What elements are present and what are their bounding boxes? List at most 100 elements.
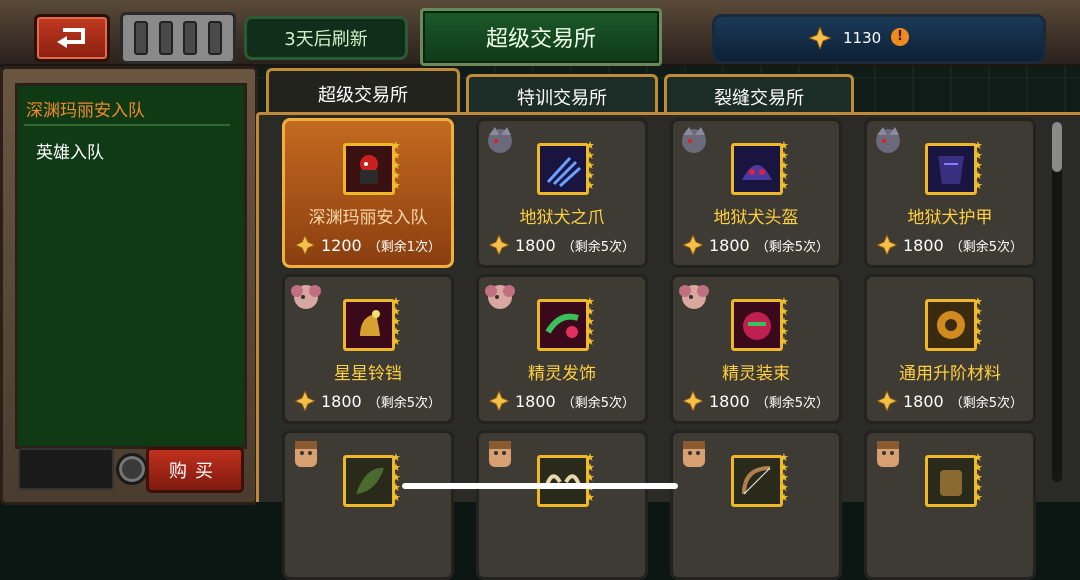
hair-ornament-icon [540, 302, 586, 348]
item-card[interactable]: ★ ★ ★ ★ ★ 地狱犬头盔 1800 （剩余5次） [670, 118, 842, 268]
tab-training-exchange[interactable]: 特训交易所 [466, 74, 658, 117]
item-icon-frame [343, 455, 395, 507]
divider [24, 124, 230, 126]
item-card[interactable]: ★ ★ ★ ★ ★ 星星铃铛 1800 （剩余5次） [282, 274, 454, 424]
star-rating: ★★★★★ [391, 296, 405, 348]
top-bar: 3天后刷新 超级交易所 1130 ! [0, 0, 1080, 67]
buy-button[interactable]: 购买 [146, 447, 244, 493]
item-icon-frame [537, 455, 589, 507]
claw-icon [540, 146, 586, 192]
helmet-icon [734, 146, 780, 192]
item-card[interactable]: ★ ★ ★ ★ ★ 精灵发饰 1800 （剩余5次） [476, 274, 648, 424]
price-value: 1800 [709, 391, 750, 411]
item-price: 1800 （剩余5次） [877, 235, 1023, 255]
tab-super-exchange[interactable]: 超级交易所 [266, 68, 460, 117]
info-icon[interactable]: ! [891, 28, 909, 46]
star-rating: ★★★★★ [391, 452, 405, 504]
item-icon-frame [537, 143, 589, 195]
star-rating: ★★★★★ [585, 140, 599, 191]
item-price: 1800 （剩余5次） [683, 391, 829, 411]
leaf-icon [346, 458, 392, 504]
glove-icon [928, 458, 974, 504]
detail-panel [0, 66, 258, 505]
scrollbar[interactable] [1052, 122, 1062, 482]
soldier-portrait-icon [295, 441, 317, 467]
star-rating: ★★★★★ [585, 452, 599, 504]
remaining-count: （剩余5次） [949, 239, 1023, 255]
item-card[interactable]: ★ ★ ★ ★ ★ 地狱犬之爪 1800 （剩余5次） [476, 118, 648, 268]
star-icon: ★ [585, 335, 595, 348]
star-icon: ★ [391, 335, 401, 348]
horns-icon [540, 458, 586, 504]
hellhound-portrait-icon [682, 127, 706, 153]
star-icon: ★ [973, 179, 983, 192]
back-button[interactable] [34, 14, 110, 62]
price-value: 1800 [515, 391, 556, 411]
item-price: 1800 （剩余5次） [295, 391, 441, 411]
gem-icon [295, 235, 315, 255]
soldier-portrait-icon [877, 441, 899, 467]
knob-decoration [116, 453, 148, 485]
price-value: 1800 [903, 235, 944, 255]
remaining-count: （剩余5次） [755, 395, 829, 411]
remaining-count: （剩余1次） [367, 239, 441, 255]
item-card[interactable]: ★★★★★ [476, 430, 648, 580]
price-value: 1800 [903, 391, 944, 411]
remaining-count: （剩余5次） [367, 395, 441, 411]
star-rating: ★★★★★ [391, 140, 405, 191]
item-name: 地狱犬护甲 [907, 208, 993, 228]
soldier-portrait-icon [683, 441, 705, 467]
bell-icon [346, 302, 392, 348]
star-icon: ★ [585, 491, 595, 504]
item-card[interactable]: ★★★★★ [670, 430, 842, 580]
item-card[interactable]: ★ ★ ★ ★ ★ 地狱犬护甲 1800 （剩余5次） [864, 118, 1036, 268]
item-card[interactable]: ★ ★ ★ ★ ★ 通用升阶材料 1800 （剩余5次） [864, 274, 1036, 424]
home-indicator [402, 483, 678, 489]
item-card[interactable]: ★ ★ ★ ★ ★ 精灵装束 1800 （剩余5次） [670, 274, 842, 424]
scroll-thumb[interactable] [1052, 122, 1062, 172]
gem-icon [683, 391, 703, 411]
item-card[interactable]: ★★★★★ [864, 430, 1036, 580]
item-name: 精灵发饰 [528, 364, 596, 384]
armor-icon [928, 146, 974, 192]
star-rating: ★★★★★ [973, 140, 987, 192]
star-icon: ★ [779, 491, 789, 504]
currency-bar[interactable]: 1130 ! [712, 14, 1046, 64]
star-icon: ★ [779, 335, 789, 348]
gear-icon [928, 302, 974, 348]
item-icon-frame [343, 143, 395, 195]
star-rating: ★★★★★ [779, 452, 793, 504]
star-rating: ★★★★★ [973, 452, 987, 503]
elf-portrait-icon [291, 285, 321, 309]
star-rating: ★★★★★ [779, 296, 793, 348]
gem-icon [489, 391, 509, 411]
remaining-count: （剩余5次） [949, 395, 1023, 411]
star-rating: ★★★★★ [973, 296, 987, 348]
item-card[interactable]: ★ ★ ★ ★ ★ 深渊玛丽安入队 1200 （剩余1次） [282, 118, 454, 268]
item-name: 深渊玛丽安入队 [308, 208, 428, 228]
gem-icon [489, 235, 509, 255]
star-rating: ★★★★★ [585, 296, 599, 348]
item-icon-frame [537, 299, 589, 351]
item-icon-frame [731, 143, 783, 195]
item-price: 1800 （剩余5次） [683, 235, 829, 255]
elf-portrait-icon [485, 285, 515, 309]
star-icon: ★ [973, 335, 983, 348]
price-value: 1800 [515, 235, 556, 255]
gem-icon [877, 391, 897, 411]
remaining-count: （剩余5次） [755, 239, 829, 255]
tab-rift-exchange[interactable]: 裂缝交易所 [664, 74, 854, 117]
item-icon-frame [731, 299, 783, 351]
item-icon-frame [925, 455, 977, 507]
gem-icon [877, 235, 897, 255]
detail-description: 英雄入队 [36, 143, 104, 163]
hellhound-portrait-icon [488, 127, 512, 153]
price-display [18, 448, 114, 490]
price-value: 1200 [321, 235, 362, 255]
vent-decoration [120, 12, 236, 64]
star-icon: ★ [391, 491, 401, 504]
item-price: 1800 （剩余5次） [877, 391, 1023, 411]
item-price: 1200 （剩余1次） [295, 235, 441, 255]
hero-marian-icon [346, 146, 392, 192]
item-card[interactable]: ★★★★★ [282, 430, 454, 580]
